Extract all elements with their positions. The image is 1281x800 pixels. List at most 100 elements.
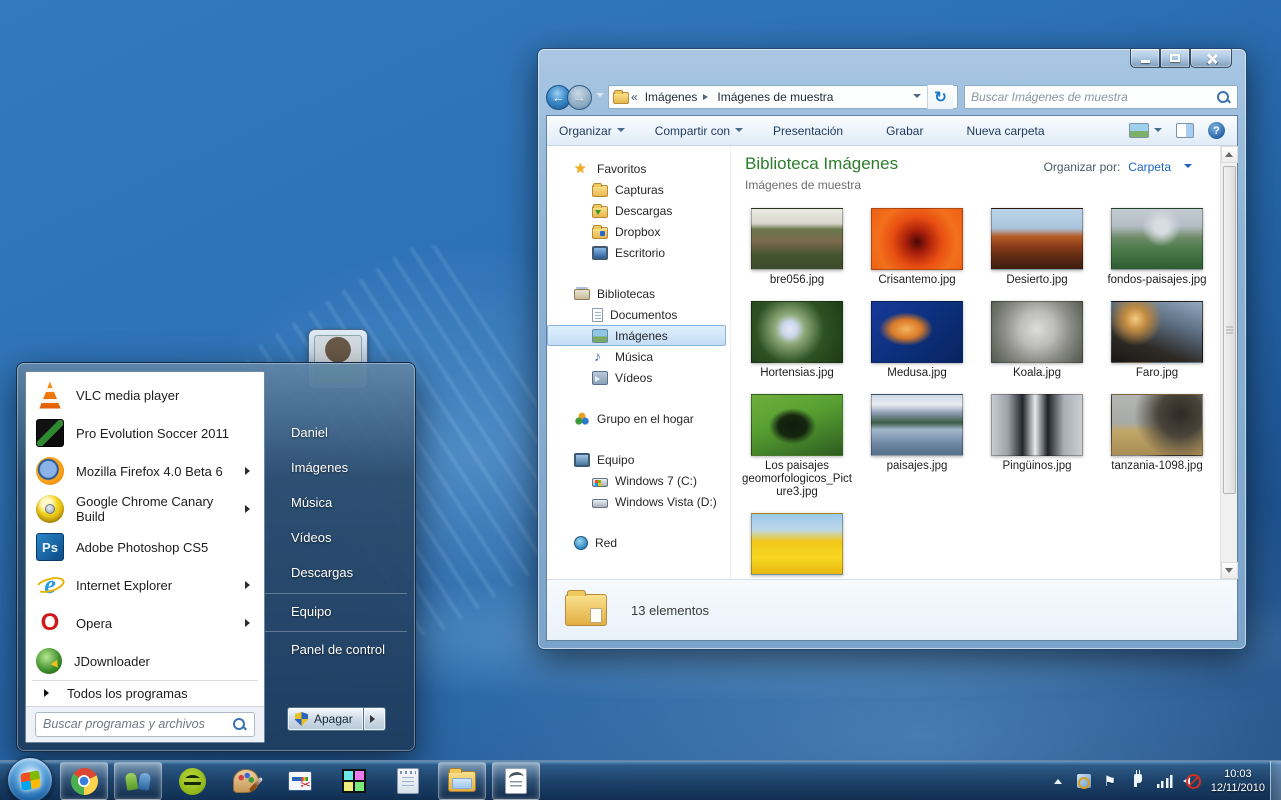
start-menu-program[interactable]: Mozilla Firefox 4.0 Beta 6 <box>26 452 264 490</box>
network-button[interactable] <box>1157 774 1173 788</box>
start-menu-place[interactable]: Música <box>265 485 407 520</box>
sidebar-item[interactable]: Música <box>547 346 730 367</box>
start-menu-program[interactable]: JDownloader <box>26 642 264 680</box>
start-menu-program[interactable]: e Internet Explorer <box>26 566 264 604</box>
organize-dropdown-icon[interactable] <box>1184 164 1192 172</box>
organize-by-value[interactable]: Carpeta <box>1128 160 1171 174</box>
shutdown-options-button[interactable] <box>364 707 386 731</box>
start-menu-place[interactable]: Panel de control <box>265 631 407 666</box>
file-item[interactable]: Desierto.jpg <box>977 206 1097 287</box>
sidebar-item[interactable]: Imágenes <box>547 325 726 346</box>
file-item[interactable]: tanzania-1098.jpg <box>1097 392 1217 499</box>
explorer-search-input[interactable] <box>971 90 1216 104</box>
start-menu-program[interactable]: Google Chrome Canary Build <box>26 490 264 528</box>
file-item[interactable]: Faro.jpg <box>1097 299 1217 380</box>
taskbar-openoffice-button[interactable] <box>492 762 540 800</box>
scrollbar-thumb[interactable] <box>1223 166 1236 494</box>
change-view-icon[interactable] <box>1129 123 1149 138</box>
sidebar-item-label: Documentos <box>610 308 677 322</box>
file-thumbnail <box>871 394 963 456</box>
forward-button[interactable] <box>567 85 592 110</box>
file-item[interactable]: fondos-paisajes.jpg <box>1097 206 1217 287</box>
explorer-toolbar-item[interactable]: Compartir con <box>655 124 743 138</box>
taskbar-notepad-button[interactable] <box>384 762 432 800</box>
sidebar-item[interactable]: Vídeos <box>547 367 730 388</box>
taskbar-snipping-button[interactable] <box>276 762 324 800</box>
sidebar-item[interactable]: Bibliotecas <box>547 283 730 304</box>
breadcrumb-collapse-icon[interactable] <box>629 90 642 104</box>
vertical-scrollbar[interactable] <box>1220 146 1237 579</box>
breadcrumb-item[interactable]: Imágenes <box>642 88 701 106</box>
view-dropdown-icon[interactable] <box>1154 128 1162 136</box>
sidebar-item[interactable]: Documentos <box>547 304 730 325</box>
start-menu-place[interactable]: Equipo <box>265 593 407 628</box>
address-bar[interactable]: Imágenes Imágenes de muestra <box>608 85 958 109</box>
file-list-pane: Biblioteca Imágenes Imágenes de muestra … <box>731 146 1220 579</box>
start-menu-program[interactable]: O Opera <box>26 604 264 642</box>
start-menu-program[interactable]: Ps Adobe Photoshop CS5 <box>26 528 264 566</box>
search-icon <box>232 717 247 732</box>
sidebar-item[interactable]: Descargas <box>547 200 730 221</box>
start-menu-place[interactable]: Imágenes <box>265 450 407 485</box>
preview-pane-icon[interactable] <box>1176 123 1194 138</box>
minimize-button[interactable] <box>1130 49 1160 68</box>
taskbar-explorer-button[interactable] <box>438 762 486 800</box>
sidebar-item[interactable]: Dropbox <box>547 221 730 242</box>
show-desktop-button[interactable] <box>1270 761 1281 800</box>
sidebar-item[interactable]: Red <box>547 532 730 553</box>
file-item[interactable]: bre056.jpg <box>737 206 857 287</box>
address-dropdown-icon[interactable] <box>913 94 921 102</box>
power-plug-button[interactable] <box>1129 772 1147 790</box>
taskbar-grid-app-button[interactable] <box>330 762 378 800</box>
show-hidden-icons-button[interactable] <box>1049 772 1067 790</box>
start-menu-place[interactable]: Descargas <box>265 555 407 590</box>
start-menu-search-input[interactable] <box>43 717 232 731</box>
start-menu-place[interactable]: Daniel <box>265 415 407 450</box>
action-center-button[interactable] <box>1101 772 1119 790</box>
volume-button[interactable] <box>1183 772 1201 790</box>
taskbar-paint-button[interactable] <box>222 762 270 800</box>
explorer-toolbar-item[interactable]: Nueva carpeta <box>966 124 1057 138</box>
clock[interactable]: 10:03 12/11/2010 <box>1211 767 1265 795</box>
file-item[interactable]: paisajes.jpg <box>857 392 977 499</box>
file-item[interactable]: Los paisajes geomorfologicos_Picture3.jp… <box>737 392 857 499</box>
start-menu-place[interactable]: Vídeos <box>265 520 407 555</box>
history-dropdown-icon[interactable] <box>596 93 604 101</box>
file-item[interactable]: Medusa.jpg <box>857 299 977 380</box>
start-button[interactable] <box>7 757 53 800</box>
sidebar-item[interactable]: Capturas <box>547 179 730 200</box>
file-name: Crisantemo.jpg <box>878 274 955 287</box>
taskbar-spotify-button[interactable] <box>168 762 216 800</box>
refresh-button[interactable] <box>927 85 953 109</box>
taskbar-messenger-button[interactable] <box>114 762 162 800</box>
sidebar-item[interactable]: Escritorio <box>547 242 730 263</box>
scroll-down-button[interactable] <box>1221 562 1238 579</box>
file-item[interactable]: Pingüinos.jpg <box>977 392 1097 499</box>
start-menu-program[interactable]: Pro Evolution Soccer 2011 <box>26 414 264 452</box>
tray-app-button[interactable] <box>1077 774 1091 788</box>
sidebar-item[interactable]: Grupo en el hogar <box>547 408 730 429</box>
taskbar-chrome-button[interactable] <box>60 762 108 800</box>
start-menu-program[interactable]: VLC media player <box>26 376 264 414</box>
clock-time: 10:03 <box>1211 767 1265 781</box>
sidebar-item-label: Grupo en el hogar <box>597 412 694 426</box>
explorer-toolbar-item[interactable]: Presentación <box>773 124 856 138</box>
sidebar-item[interactable]: Favoritos <box>547 158 730 179</box>
breadcrumb-item[interactable]: Imágenes de muestra <box>714 88 836 106</box>
shutdown-button[interactable]: Apagar <box>287 707 364 731</box>
sidebar-item[interactable]: Equipo <box>547 449 730 470</box>
explorer-toolbar-item[interactable]: Organizar <box>559 124 625 138</box>
file-item[interactable] <box>737 511 857 579</box>
file-item[interactable]: Hortensias.jpg <box>737 299 857 380</box>
file-item[interactable]: Crisantemo.jpg <box>857 206 977 287</box>
help-icon[interactable] <box>1208 122 1225 139</box>
file-item[interactable]: Koala.jpg <box>977 299 1097 380</box>
close-button[interactable] <box>1190 49 1232 68</box>
sidebar-item[interactable]: Windows Vista (D:) <box>547 491 730 512</box>
sidebar-item[interactable]: Windows 7 (C:) <box>547 470 730 491</box>
explorer-toolbar-item[interactable]: Grabar <box>886 124 936 138</box>
maximize-button[interactable] <box>1160 49 1190 68</box>
scroll-up-button[interactable] <box>1221 146 1238 163</box>
all-programs-item[interactable]: Todos los programas <box>32 680 258 706</box>
navigation-pane: Favoritos Capturas Descargas Dropbox Esc… <box>547 146 731 579</box>
